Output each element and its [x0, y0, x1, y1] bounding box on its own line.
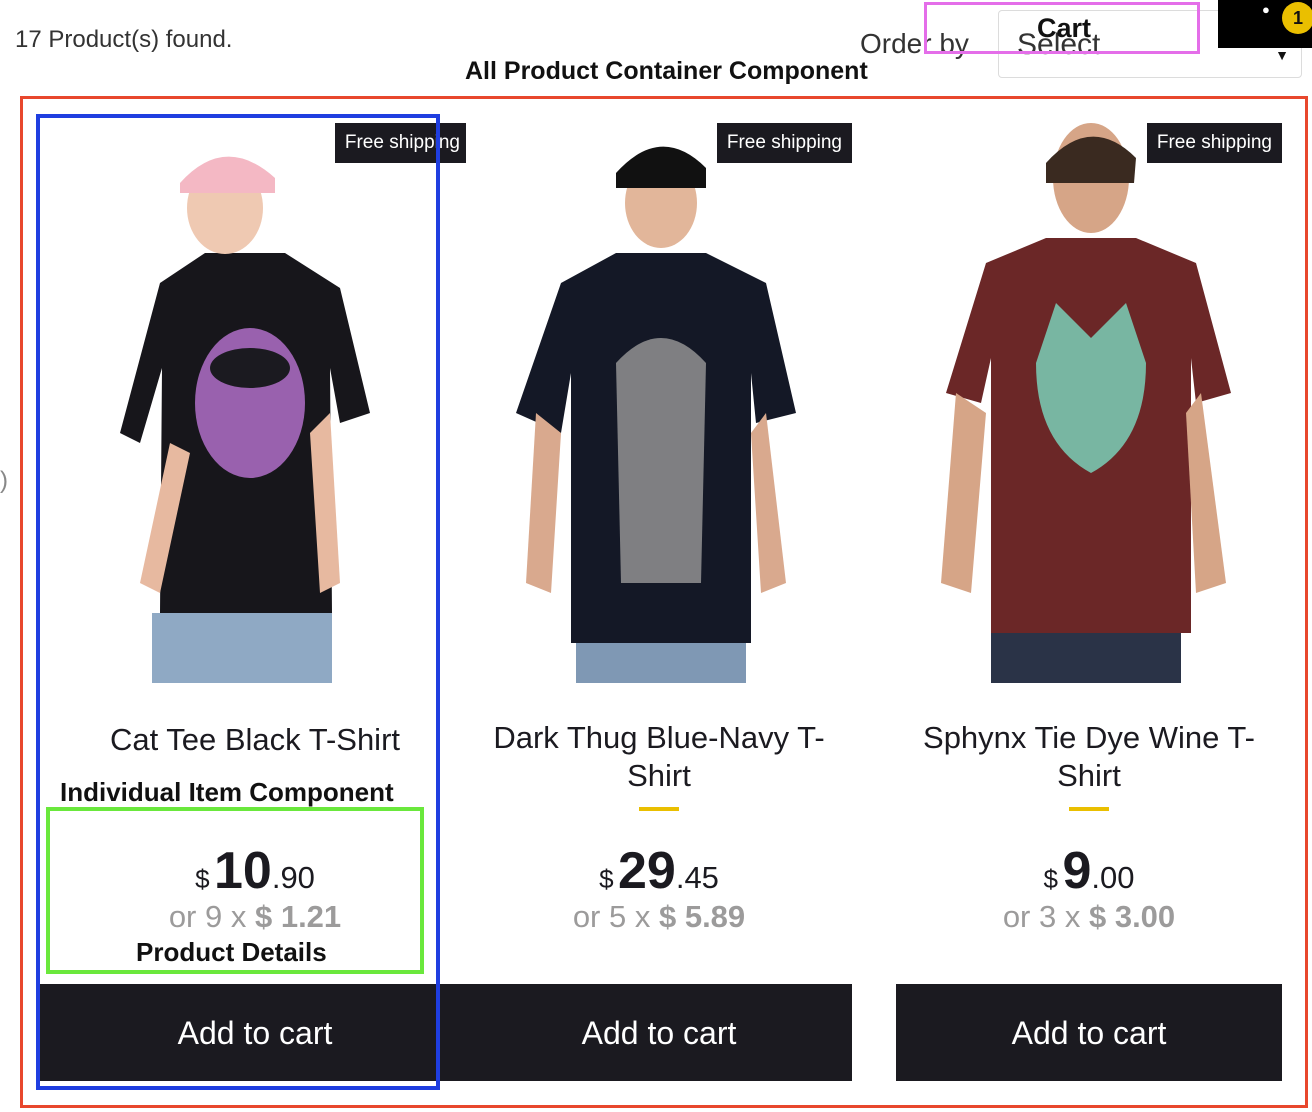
free-shipping-badge: Free shipping	[1146, 123, 1282, 163]
title-divider	[1069, 807, 1109, 811]
all-products-annotation-label: All Product Container Component	[465, 57, 868, 85]
cart-button[interactable]: ● 1	[1218, 0, 1312, 48]
add-to-cart-button[interactable]: Add to cart	[466, 984, 852, 1081]
price-integer: 29	[617, 842, 676, 900]
price-currency: $	[599, 864, 614, 894]
product-title: Sphynx Tie Dye Wine T-Shirt	[923, 720, 1255, 793]
price-decimal: .00	[1091, 860, 1135, 895]
cart-count-badge: 1	[1282, 2, 1312, 34]
installment-value: $ 3.00	[1088, 899, 1176, 934]
installment-prefix: or 3 x	[1002, 899, 1089, 934]
product-image[interactable]: Free shipping	[466, 113, 852, 683]
price-currency: $	[1043, 864, 1058, 894]
price-decimal: .45	[675, 860, 719, 895]
title-divider	[639, 807, 679, 811]
installment-prefix: or 5 x	[572, 899, 659, 934]
product-details-annotation-label: Product Details	[136, 937, 327, 967]
chevron-down-icon: ▼	[1275, 47, 1289, 63]
free-shipping-badge: Free shipping	[716, 123, 852, 163]
add-to-cart-button[interactable]: Add to cart	[896, 984, 1282, 1081]
installment-value: $ 5.89	[658, 899, 746, 934]
cart-icon: ●	[1262, 2, 1270, 17]
cart-annotation-label: Cart	[1037, 13, 1092, 43]
product-image[interactable]: Free shipping	[896, 113, 1282, 683]
individual-item-annotation-label: Individual Item Component	[60, 777, 394, 807]
products-found-count: 17 Product(s) found.	[15, 26, 233, 53]
price-integer: 9	[1062, 842, 1092, 900]
cart-annotation-box: Cart	[924, 2, 1200, 54]
product-card[interactable]: Free shipping Sphynx Tie Dye Wine T-Shir…	[896, 113, 1282, 1088]
page-edge-glyph: )	[0, 467, 8, 494]
product-installment: or 5 x $ 5.89	[466, 899, 852, 935]
product-installment: or 3 x $ 3.00	[896, 899, 1282, 935]
product-price: $ 29.45	[466, 841, 852, 901]
product-title: Dark Thug Blue-Navy T-Shirt	[493, 720, 825, 793]
product-price: $ 9.00	[896, 841, 1282, 901]
product-card[interactable]: Free shipping Dark Thug Blue-Navy T-Shir…	[466, 113, 852, 1088]
